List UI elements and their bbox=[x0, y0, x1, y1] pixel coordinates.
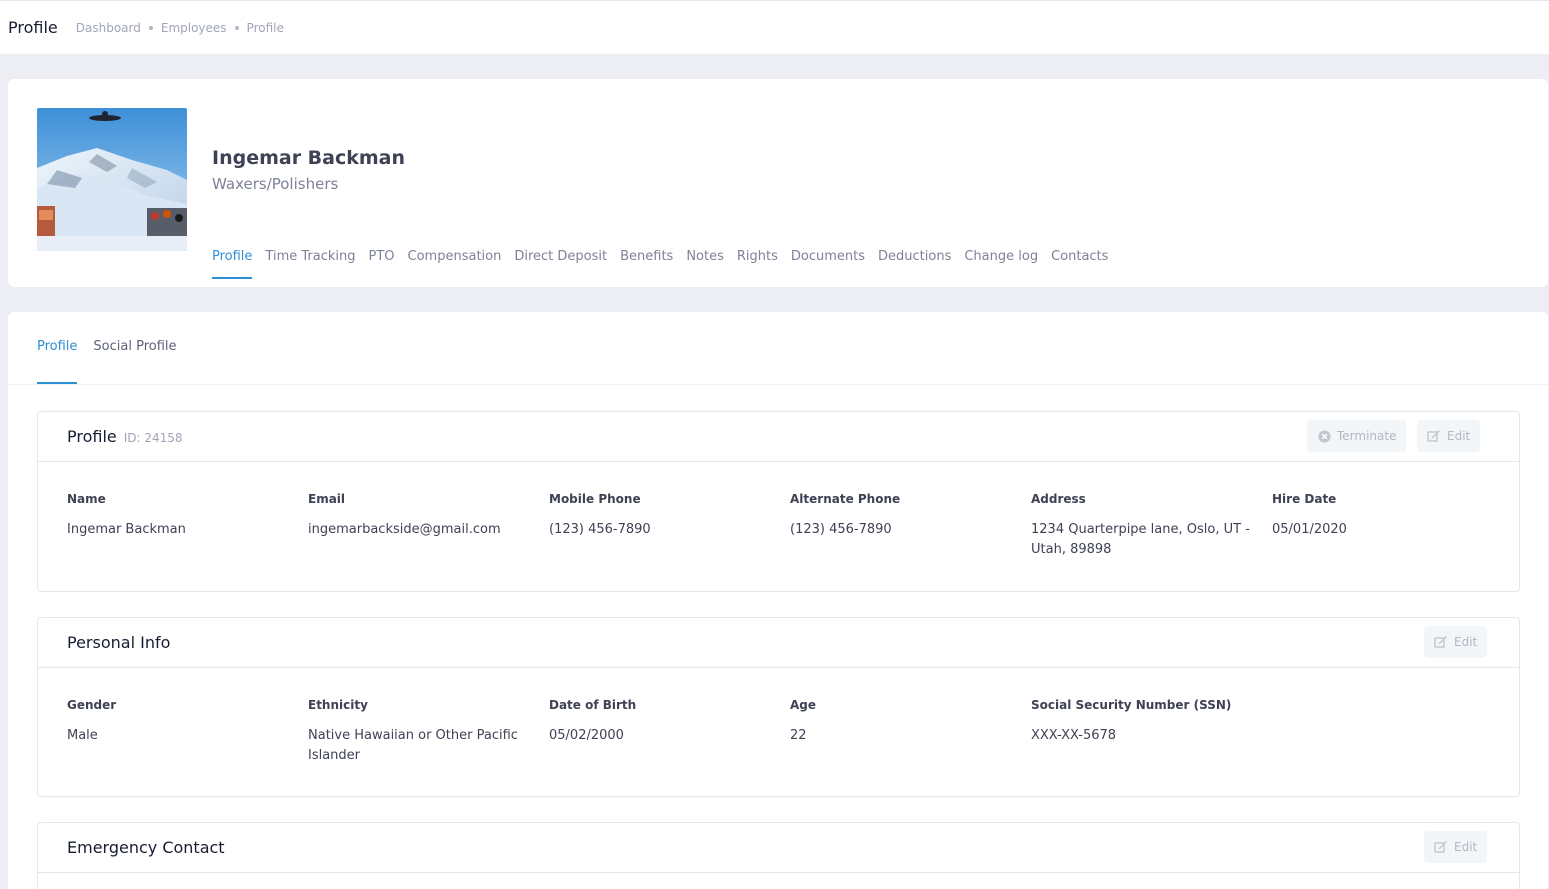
field-label: Ethnicity bbox=[308, 698, 368, 712]
breadcrumb-separator bbox=[234, 25, 239, 30]
edit-label: Edit bbox=[1454, 840, 1478, 854]
field-alternate-phone: Alternate Phone (123) 456-7890 bbox=[790, 492, 1015, 540]
field-mobile-phone: Mobile Phone (123) 456-7890 bbox=[549, 492, 774, 540]
emergency-contact-section: Emergency Contact Edit bbox=[37, 822, 1520, 889]
tab-benefits[interactable]: Benefits bbox=[620, 249, 673, 279]
tab-rights[interactable]: Rights bbox=[737, 249, 778, 279]
terminate-label: Terminate bbox=[1337, 429, 1397, 443]
field-value: ingemarbackside@gmail.com bbox=[308, 522, 501, 537]
field-ethnicity: Ethnicity Native Hawaiian or Other Pacif… bbox=[308, 698, 528, 766]
field-value: 1234 Quarterpipe lane, Oslo, UT - Utah, … bbox=[1031, 522, 1250, 557]
profile-content-card: Profile Social Profile Profile ID: 24158… bbox=[8, 312, 1548, 889]
top-bar: Profile Dashboard Employees Profile bbox=[0, 0, 1549, 54]
field-gender: Gender Male bbox=[67, 698, 292, 746]
field-value: 05/01/2020 bbox=[1272, 522, 1347, 537]
personal-info-fields: Gender Male Ethnicity Native Hawaiian or… bbox=[38, 668, 1519, 798]
tab-deductions[interactable]: Deductions bbox=[878, 249, 951, 279]
field-label: Date of Birth bbox=[549, 698, 637, 712]
breadcrumb-dashboard[interactable]: Dashboard bbox=[76, 21, 141, 35]
breadcrumb-separator bbox=[148, 25, 153, 30]
tab-time-tracking[interactable]: Time Tracking bbox=[265, 249, 355, 279]
tab-change-log[interactable]: Change log bbox=[964, 249, 1038, 279]
terminate-button[interactable]: Terminate bbox=[1307, 420, 1407, 452]
profile-fields: Name Ingemar Backman Email ingemarbacksi… bbox=[38, 462, 1519, 592]
breadcrumb: Dashboard Employees Profile bbox=[76, 21, 284, 35]
field-label: Email bbox=[308, 492, 346, 506]
employee-header-card: Ingemar Backman Waxers/Polishers Profile… bbox=[8, 79, 1548, 287]
field-value: Native Hawaiian or Other Pacific Islande… bbox=[308, 728, 518, 763]
tab-notes[interactable]: Notes bbox=[686, 249, 724, 279]
field-label: Address bbox=[1031, 492, 1086, 506]
subtab-profile[interactable]: Profile bbox=[37, 339, 78, 384]
sub-tabs: Profile Social Profile bbox=[8, 312, 1548, 385]
field-hire-date: Hire Date 05/01/2020 bbox=[1272, 492, 1497, 540]
close-circle-icon bbox=[1317, 429, 1331, 443]
profile-photo bbox=[37, 108, 187, 251]
field-label: Name bbox=[67, 492, 106, 506]
edit-label: Edit bbox=[1454, 635, 1478, 649]
edit-personal-info-button[interactable]: Edit bbox=[1424, 626, 1488, 658]
edit-profile-button[interactable]: Edit bbox=[1417, 420, 1481, 452]
section-title: Personal Info bbox=[67, 633, 171, 652]
edit-emergency-contact-button[interactable]: Edit bbox=[1424, 831, 1488, 863]
field-label: Hire Date bbox=[1272, 492, 1337, 506]
field-value: XXX-XX-5678 bbox=[1031, 728, 1117, 743]
edit-icon bbox=[1427, 429, 1441, 443]
section-title: Profile bbox=[67, 427, 117, 446]
field-value: Male bbox=[67, 728, 98, 743]
tab-profile[interactable]: Profile bbox=[212, 249, 253, 279]
field-label: Social Security Number (SSN) bbox=[1031, 698, 1232, 712]
field-value: (123) 456-7890 bbox=[790, 522, 892, 537]
field-label: Gender bbox=[67, 698, 117, 712]
subtab-social-profile[interactable]: Social Profile bbox=[93, 339, 176, 384]
tab-compensation[interactable]: Compensation bbox=[408, 249, 502, 279]
tab-contacts[interactable]: Contacts bbox=[1051, 249, 1108, 279]
emergency-contact-header: Emergency Contact Edit bbox=[38, 823, 1519, 873]
edit-icon bbox=[1434, 635, 1448, 649]
tab-documents[interactable]: Documents bbox=[791, 249, 865, 279]
field-value: 05/02/2000 bbox=[549, 728, 624, 743]
edit-label: Edit bbox=[1447, 429, 1471, 443]
field-name: Name Ingemar Backman bbox=[67, 492, 292, 540]
personal-info-header: Personal Info Edit bbox=[38, 618, 1519, 668]
field-label: Age bbox=[790, 698, 817, 712]
employee-role: Waxers/Polishers bbox=[212, 175, 339, 193]
personal-info-section: Personal Info Edit Gender Male Ethnicity… bbox=[37, 617, 1520, 797]
employee-name: Ingemar Backman bbox=[212, 147, 406, 169]
main-tabs: Profile Time Tracking PTO Compensation D… bbox=[212, 249, 1121, 279]
edit-icon bbox=[1434, 840, 1448, 854]
field-address: Address 1234 Quarterpipe lane, Oslo, UT … bbox=[1031, 492, 1251, 560]
field-value: 22 bbox=[790, 728, 807, 743]
field-value: Ingemar Backman bbox=[67, 522, 186, 537]
breadcrumb-employees[interactable]: Employees bbox=[161, 21, 227, 35]
field-label: Alternate Phone bbox=[790, 492, 901, 506]
field-age: Age 22 bbox=[790, 698, 1015, 746]
employee-id: ID: 24158 bbox=[123, 430, 183, 445]
field-label: Mobile Phone bbox=[549, 492, 641, 506]
breadcrumb-profile: Profile bbox=[246, 20, 284, 35]
profile-section: Profile ID: 24158 Terminate Edit Name In… bbox=[37, 411, 1520, 592]
page-title: Profile bbox=[8, 18, 58, 37]
tab-direct-deposit[interactable]: Direct Deposit bbox=[514, 249, 607, 279]
field-date-of-birth: Date of Birth 05/02/2000 bbox=[549, 698, 774, 746]
field-email: Email ingemarbackside@gmail.com bbox=[308, 492, 533, 540]
field-value: (123) 456-7890 bbox=[549, 522, 651, 537]
field-ssn: Social Security Number (SSN) XXX-XX-5678 bbox=[1031, 698, 1291, 746]
profile-section-header: Profile ID: 24158 Terminate Edit bbox=[38, 412, 1519, 462]
tab-pto[interactable]: PTO bbox=[369, 249, 395, 279]
section-title: Emergency Contact bbox=[67, 838, 225, 857]
